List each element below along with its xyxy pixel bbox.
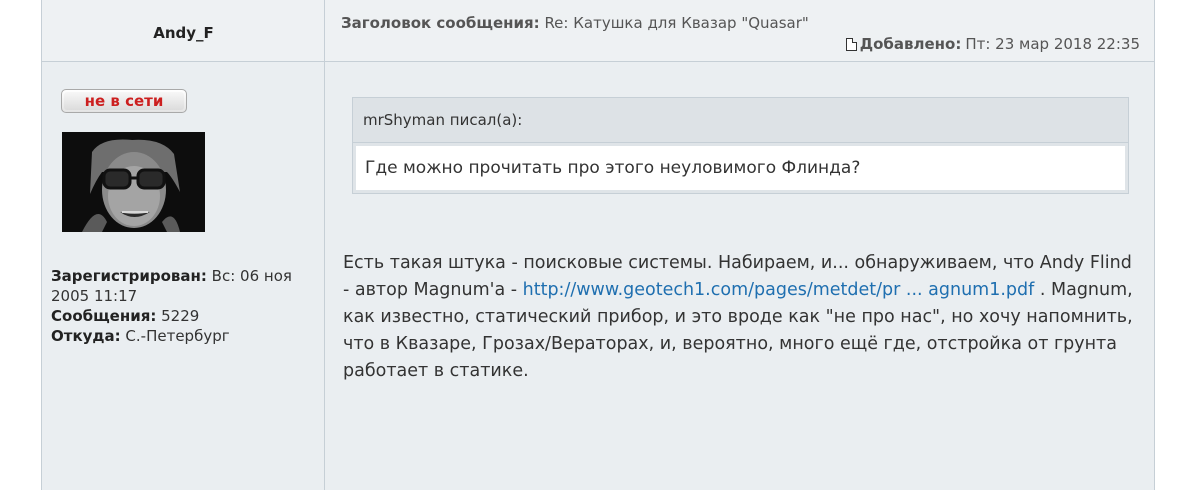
pdf-link[interactable]: http://www.geotech1.com/pages/metdet/pr … bbox=[523, 280, 1035, 300]
posts-row: Сообщения: 5229 bbox=[51, 306, 321, 326]
posts-label: Сообщения: bbox=[51, 307, 157, 325]
location-value: С.-Петербург bbox=[125, 327, 230, 345]
date-line: Добавлено: Пт: 23 мар 2018 22:35 bbox=[845, 35, 1140, 53]
author-header: Andy_F bbox=[42, 0, 325, 62]
status-text: не в сети bbox=[64, 92, 184, 110]
author-name[interactable]: Andy_F bbox=[42, 24, 325, 42]
online-status-badge: не в сети bbox=[61, 89, 187, 113]
subject-label: Заголовок сообщения: bbox=[341, 14, 540, 32]
post-header: Заголовок сообщения: Re: Катушка для Ква… bbox=[325, 0, 1154, 62]
subject-value: Re: Катушка для Квазар "Quasar" bbox=[544, 14, 809, 32]
post-link-icon[interactable] bbox=[845, 37, 857, 51]
forum-post: Andy_F Заголовок сообщения: Re: Катушка … bbox=[41, 0, 1155, 490]
author-profile: не в сети Зарегистрирован: Вс: 06 ноя 20… bbox=[42, 62, 325, 490]
date-label: Добавлено: bbox=[859, 35, 962, 53]
date-value: Пт: 23 мар 2018 22:35 bbox=[965, 35, 1140, 53]
registered-row: Зарегистрирован: Вс: 06 ноя 2005 11:17 bbox=[51, 266, 321, 306]
avatar-image bbox=[62, 132, 205, 232]
location-label: Откуда: bbox=[51, 327, 121, 345]
posts-value: 5229 bbox=[161, 307, 200, 325]
location-row: Откуда: С.-Петербург bbox=[51, 326, 321, 346]
message-text: Есть такая штука - поисковые системы. На… bbox=[343, 250, 1143, 385]
quote-block: mrShyman писал(а): Где можно прочитать п… bbox=[352, 97, 1129, 194]
message-body: mrShyman писал(а): Где можно прочитать п… bbox=[325, 62, 1154, 490]
quote-text: Где можно прочитать про этого неуловимог… bbox=[356, 146, 1125, 190]
quote-header: mrShyman писал(а): bbox=[353, 98, 1128, 143]
subject-line: Заголовок сообщения: Re: Катушка для Ква… bbox=[341, 14, 809, 32]
profile-details: Зарегистрирован: Вс: 06 ноя 2005 11:17 С… bbox=[51, 266, 321, 346]
registered-label: Зарегистрирован: bbox=[51, 267, 207, 285]
avatar bbox=[62, 132, 205, 232]
